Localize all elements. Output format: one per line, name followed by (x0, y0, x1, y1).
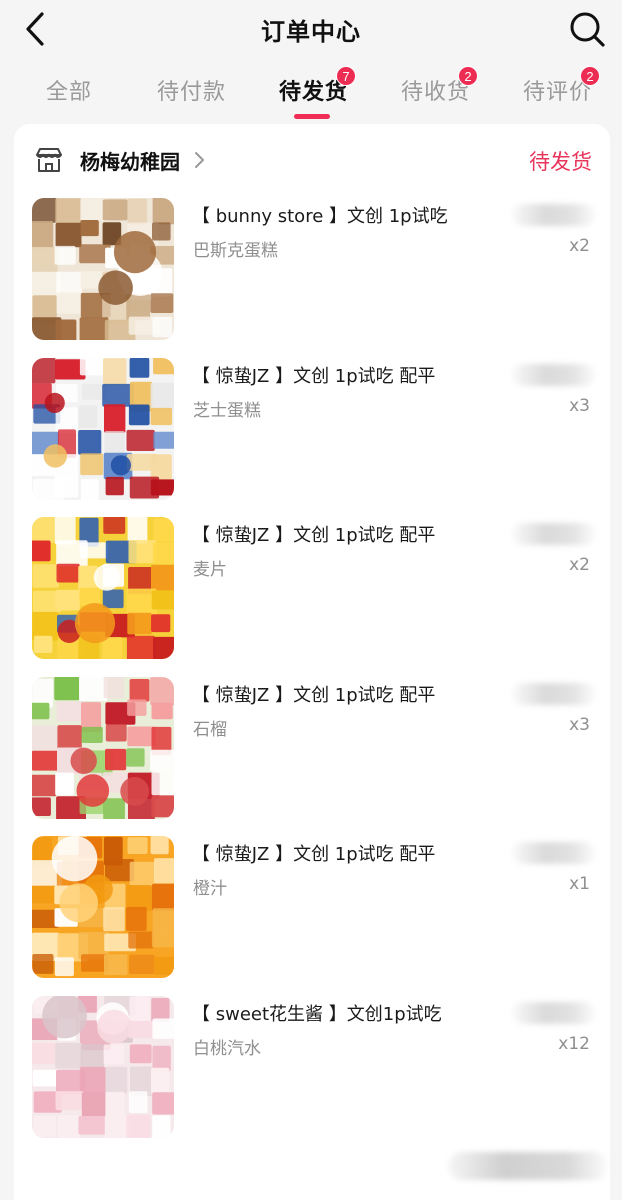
product-title[interactable]: 【 惊蛰JZ 】文创 1p试吃 配平 (192, 521, 435, 547)
product-thumbnail[interactable] (32, 995, 174, 1138)
page-title: 订单中心 (261, 18, 361, 46)
search-button[interactable] (568, 10, 606, 48)
tab-badge-pending-receipt: 2 (458, 66, 478, 86)
order-item[interactable]: 【 惊蛰JZ 】文创 1p试吃 配平石榴 x3 (14, 676, 610, 823)
blurred-price (512, 523, 596, 545)
tab-badge-pending-review: 2 (580, 66, 600, 86)
blurred-price (512, 1001, 596, 1024)
product-title[interactable]: 【 bunny store 】文创 1p试吃 (192, 202, 448, 228)
product-quantity: x3 (569, 395, 590, 416)
tab-all[interactable]: 全部 (46, 74, 92, 106)
order-card[interactable]: 杨梅幼稚园 待发货 【 bunny store 】文创 1p试吃 巴斯克蛋糕 x2 【… (14, 124, 610, 1200)
product-title[interactable]: 【 sweet花生酱 】文创1p试吃 (192, 1000, 442, 1026)
product-thumbnail-image (32, 357, 174, 500)
top-bar: 订单中心 (0, 0, 622, 58)
product-quantity: x3 (569, 714, 590, 735)
product-thumbnail[interactable] (32, 517, 174, 659)
order-status-tabs: 全部 待付款 待发货 7 待收货 2 待评价 2 (0, 62, 622, 120)
product-thumbnail-image (32, 676, 174, 819)
product-spec: 橙汁 (193, 879, 227, 899)
product-thumbnail[interactable] (32, 836, 174, 978)
product-thumbnail[interactable] (32, 676, 174, 819)
blurred-price (512, 842, 596, 864)
product-thumbnail[interactable] (32, 357, 174, 500)
product-title[interactable]: 【 惊蛰JZ 】文创 1p试吃 配平 (192, 362, 435, 388)
product-title[interactable]: 【 惊蛰JZ 】文创 1p试吃 配平 (192, 681, 435, 707)
product-quantity: x2 (569, 555, 590, 575)
active-tab-indicator (294, 114, 330, 119)
shop-name[interactable]: 杨梅幼稚园 (80, 146, 180, 175)
order-item[interactable]: 【 惊蛰JZ 】文创 1p试吃 配平芝士蛋糕 x3 (14, 357, 610, 504)
order-item[interactable]: 【 惊蛰JZ 】文创 1p试吃 配平橙汁 x1 (14, 836, 610, 982)
chevron-right-icon (195, 152, 204, 168)
store-icon (36, 148, 62, 172)
product-spec: 巴斯克蛋糕 (193, 241, 278, 261)
order-item[interactable]: 【 惊蛰JZ 】文创 1p试吃 配平麦片 x2 (14, 517, 610, 663)
product-spec: 白桃汽水 (193, 1038, 261, 1059)
product-thumbnail[interactable] (32, 198, 174, 340)
shop-header[interactable]: 杨梅幼稚园 待发货 (14, 124, 610, 196)
product-quantity: x12 (558, 1033, 590, 1054)
order-item[interactable]: 【 bunny store 】文创 1p试吃巴斯克蛋糕 x2 (14, 198, 610, 344)
blurred-price (512, 682, 596, 705)
product-thumbnail-image (32, 517, 174, 659)
product-spec: 石榴 (193, 719, 227, 740)
search-icon (570, 12, 605, 47)
order-item[interactable]: 【 sweet花生酱 】文创1p试吃白桃汽水 x12 (14, 995, 610, 1142)
product-spec: 麦片 (193, 560, 227, 580)
product-title[interactable]: 【 惊蛰JZ 】文创 1p试吃 配平 (192, 840, 435, 866)
product-thumbnail-image (32, 198, 174, 340)
tab-badge-pending-shipment: 7 (336, 66, 356, 86)
blurred-price (512, 204, 596, 226)
product-quantity: x2 (569, 236, 590, 256)
product-spec: 芝士蛋糕 (193, 400, 261, 421)
product-thumbnail-image (32, 836, 174, 978)
blurred-price (512, 363, 596, 386)
tab-pending-payment[interactable]: 待付款 (157, 74, 226, 106)
product-quantity: x1 (569, 874, 590, 894)
product-thumbnail-image (32, 995, 174, 1138)
blurred-total (448, 1152, 608, 1180)
order-status-label: 待发货 (529, 150, 592, 174)
